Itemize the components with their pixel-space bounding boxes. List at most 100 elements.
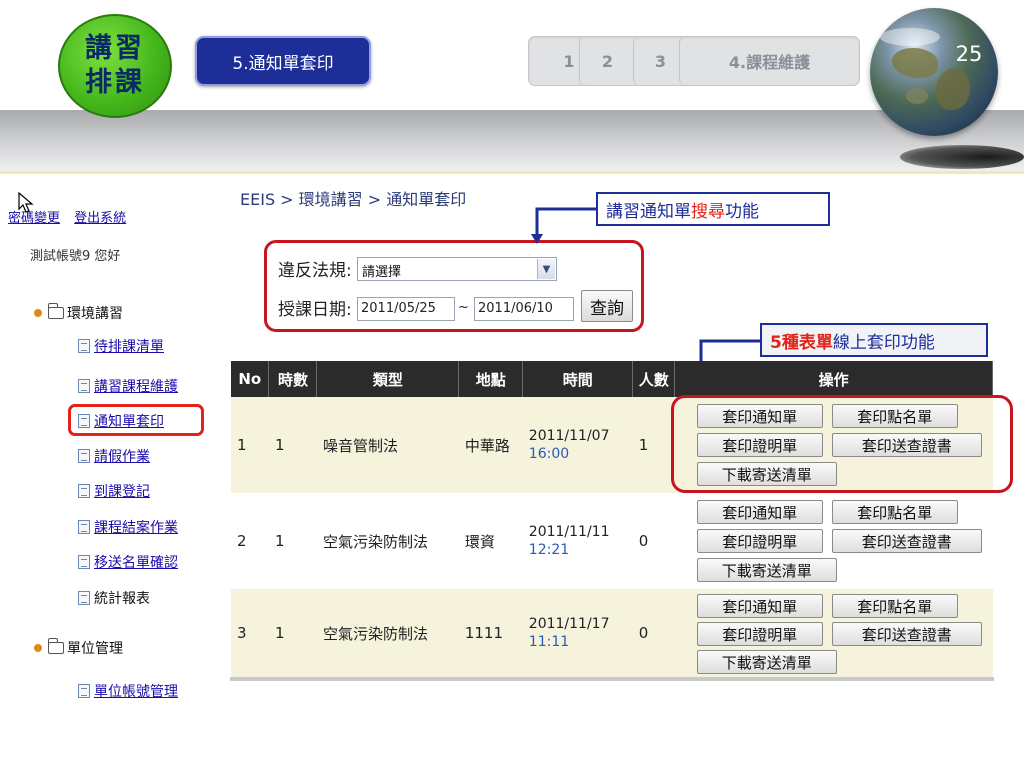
menu-item-leave[interactable]: 請假作業	[78, 446, 150, 466]
menu-group-label: 環境講習	[67, 306, 123, 322]
step-2: 2	[579, 37, 635, 85]
col-count: 人數	[632, 361, 676, 397]
cell-no: 2	[231, 493, 269, 589]
print-roll-button[interactable]: 套印點名單	[831, 594, 958, 618]
law-select-value: 請選擇	[362, 265, 402, 280]
print-callout: 5種表單 線上套印功能	[760, 323, 988, 357]
print-notice-button[interactable]: 套印通知單	[696, 594, 823, 618]
menu-group-unit[interactable]: 單位管理	[34, 638, 123, 658]
col-hours: 時數	[268, 361, 318, 397]
menu-group-label: 單位管理	[67, 641, 123, 657]
table-row: 3 1 空氣污染防制法 1111 2011/11/17 11:11 0 套印通知單…	[231, 589, 993, 677]
document-icon	[78, 449, 90, 463]
section-title: 5.通知單套印	[195, 36, 371, 86]
callout-text: 講習通知單	[606, 201, 691, 222]
cell-no: 1	[231, 397, 269, 493]
print-verification-button[interactable]: 套印送查證書	[831, 622, 982, 646]
cell-type: 空氣污染防制法	[316, 589, 459, 677]
cell-clock: 11:11	[528, 634, 570, 650]
bullet-icon	[34, 644, 42, 652]
slide-number: 25	[955, 42, 983, 66]
callout-highlight-text: 搜尋	[691, 201, 725, 222]
cell-date: 2011/11/11	[528, 524, 610, 540]
date-label: 授課日期:	[278, 300, 352, 320]
law-select[interactable]: 請選擇 ▼	[357, 257, 557, 281]
cell-count: 0	[632, 493, 675, 589]
document-icon	[78, 591, 90, 605]
cell-clock: 12:21	[528, 542, 570, 558]
col-time: 時間	[522, 361, 634, 397]
menu-item-unit-accounts[interactable]: 單位帳號管理	[78, 681, 178, 701]
cell-no: 3	[231, 589, 269, 677]
menu-item-statistics[interactable]: 統計報表	[78, 588, 150, 608]
table-row: 2 1 空氣污染防制法 環資 2011/11/11 12:21 0 套印通知單 套…	[231, 493, 993, 589]
cell-time: 2011/11/17 11:11	[522, 589, 633, 677]
logout-link[interactable]: 登出系統	[74, 211, 126, 226]
step-indicator: 1 2 3 4.課程維護	[528, 36, 860, 86]
menu-item-label: 到課登記	[94, 484, 150, 500]
download-mailing-list-button[interactable]: 下載寄送清單	[696, 558, 837, 582]
cell-hours: 1	[268, 397, 317, 493]
col-actions: 操作	[674, 361, 993, 397]
document-icon	[78, 684, 90, 698]
cell-date: 2011/11/17	[528, 616, 610, 632]
menu-item-label: 講習課程維護	[94, 379, 178, 395]
search-callout: 講習通知單 搜尋 功能	[596, 192, 830, 226]
date-to-input[interactable]: 2011/06/10	[474, 297, 574, 321]
col-no: No	[231, 361, 270, 397]
cell-count: 1	[632, 397, 675, 493]
col-place: 地點	[458, 361, 524, 397]
menu-item-transfer-confirm[interactable]: 移送名單確認	[78, 552, 178, 572]
menu-item-attendance[interactable]: 到課登記	[78, 481, 150, 501]
cell-hours: 1	[268, 493, 317, 589]
cell-time: 2011/11/07 16:00	[522, 397, 633, 493]
document-icon	[78, 484, 90, 498]
download-mailing-list-button[interactable]: 下載寄送清單	[696, 650, 837, 674]
menu-item-pending-list[interactable]: 待排課清單	[78, 336, 164, 356]
topic-badge: 講習 排課	[58, 14, 172, 118]
bullet-icon	[34, 309, 42, 317]
date-from-input[interactable]: 2011/05/25	[357, 297, 455, 321]
print-roll-button[interactable]: 套印點名單	[831, 500, 958, 524]
badge-line-1: 講習	[85, 33, 145, 64]
print-certificate-button[interactable]: 套印證明單	[696, 622, 823, 646]
change-password-link[interactable]: 密碼變更	[8, 211, 60, 226]
chevron-down-icon[interactable]: ▼	[537, 259, 555, 279]
folder-icon	[48, 303, 64, 319]
callout-text: 功能	[725, 201, 759, 222]
document-icon	[78, 555, 90, 569]
date-range-tilde: ~	[458, 300, 469, 315]
highlight-current-menu	[68, 404, 204, 436]
user-greeting: 測試帳號9 您好	[30, 249, 121, 264]
document-icon	[78, 520, 90, 534]
account-links: 密碼變更 登出系統	[8, 207, 136, 226]
cell-date: 2011/11/07	[528, 428, 610, 444]
cell-time: 2011/11/11 12:21	[522, 493, 633, 589]
menu-item-label: 請假作業	[94, 449, 150, 465]
header-band	[0, 110, 1024, 172]
cell-type: 空氣污染防制法	[316, 493, 459, 589]
table-header-row: No 時數 類型 地點 時間 人數 操作	[231, 361, 993, 397]
cell-hours: 1	[268, 589, 317, 677]
document-icon	[78, 379, 90, 393]
cell-clock: 16:00	[528, 446, 570, 462]
query-button[interactable]: 查詢	[581, 290, 633, 322]
menu-item-course-maintenance[interactable]: 講習課程維護	[78, 376, 178, 396]
menu-item-label: 移送名單確認	[94, 555, 178, 571]
document-icon	[78, 339, 90, 353]
breadcrumb: EEIS > 環境講習 > 通知單套印	[240, 190, 467, 209]
folder-icon	[48, 638, 64, 654]
callout-highlight-text: 5種表單	[770, 332, 833, 353]
print-verification-button[interactable]: 套印送查證書	[831, 529, 982, 553]
print-certificate-button[interactable]: 套印證明單	[696, 529, 823, 553]
menu-item-course-closing[interactable]: 課程結案作業	[78, 517, 178, 537]
law-label: 違反法規:	[278, 261, 352, 281]
step-4: 4.課程維護	[679, 37, 859, 85]
menu-group-environment[interactable]: 環境講習	[34, 303, 123, 323]
menu-item-label: 統計報表	[94, 591, 150, 607]
cell-place: 1111	[458, 589, 523, 677]
col-type: 類型	[316, 361, 460, 397]
menu-item-label: 單位帳號管理	[94, 684, 178, 700]
print-notice-button[interactable]: 套印通知單	[696, 500, 823, 524]
cell-type: 噪音管制法	[316, 397, 459, 493]
